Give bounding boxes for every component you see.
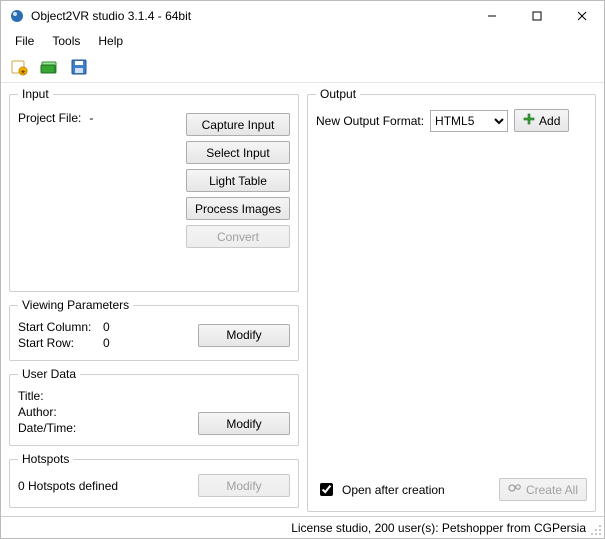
menu-help[interactable]: Help	[90, 32, 131, 50]
add-output-button[interactable]: Add	[514, 109, 569, 132]
input-group: Input Project File: - Capture Input Sele…	[9, 87, 299, 292]
svg-text:★: ★	[20, 68, 26, 76]
left-column: Input Project File: - Capture Input Sele…	[9, 87, 299, 512]
open-after-creation-checkbox[interactable]	[320, 483, 333, 496]
datetime-label: Date/Time:	[18, 421, 103, 435]
viewing-parameters-modify-button[interactable]: Modify	[198, 324, 290, 347]
title-label: Title:	[18, 389, 103, 403]
hotspots-modify-button: Modify	[198, 474, 290, 497]
start-column-label: Start Column:	[18, 320, 103, 334]
open-after-creation-label[interactable]: Open after creation	[342, 483, 493, 497]
start-column-value: 0	[103, 320, 198, 334]
gears-icon	[508, 482, 522, 497]
content-area: Input Project File: - Capture Input Sele…	[1, 83, 604, 516]
minimize-button[interactable]	[469, 1, 514, 31]
create-all-button: Create All	[499, 478, 587, 501]
hotspots-status: 0 Hotspots defined	[18, 479, 198, 493]
select-input-button[interactable]: Select Input	[186, 141, 290, 164]
close-button[interactable]	[559, 1, 604, 31]
open-project-button[interactable]	[37, 55, 61, 79]
start-row-value: 0	[103, 336, 198, 350]
new-project-button[interactable]: ★	[7, 55, 31, 79]
hotspots-group: Hotspots 0 Hotspots defined Modify	[9, 452, 299, 508]
author-label: Author:	[18, 405, 103, 419]
right-column: Output New Output Format: HTML5	[307, 87, 596, 512]
user-data-modify-button[interactable]: Modify	[198, 412, 290, 435]
save-project-button[interactable]	[67, 55, 91, 79]
window-title: Object2VR studio 3.1.4 - 64bit	[31, 9, 469, 23]
project-file-value: -	[89, 111, 93, 125]
start-row-label: Start Row:	[18, 336, 103, 350]
add-output-label: Add	[539, 114, 560, 128]
output-legend: Output	[316, 87, 360, 101]
viewing-parameters-group: Viewing Parameters Start Column: 0 Start…	[9, 298, 299, 361]
capture-input-button[interactable]: Capture Input	[186, 113, 290, 136]
status-bar: License studio, 200 user(s): Petshopper …	[1, 516, 604, 538]
user-data-legend: User Data	[18, 367, 80, 381]
input-legend: Input	[18, 87, 53, 101]
light-table-button[interactable]: Light Table	[186, 169, 290, 192]
new-output-format-label: New Output Format:	[316, 114, 424, 128]
output-group: Output New Output Format: HTML5	[307, 87, 596, 512]
output-format-select[interactable]: HTML5	[430, 110, 508, 132]
menu-bar: File Tools Help	[1, 31, 604, 51]
plus-icon	[523, 113, 535, 128]
convert-button: Convert	[186, 225, 290, 248]
hotspots-legend: Hotspots	[18, 452, 73, 466]
user-data-group: User Data Title: Author: Date/Time: Modi…	[9, 367, 299, 446]
toolbar: ★	[1, 51, 604, 83]
process-images-button[interactable]: Process Images	[186, 197, 290, 220]
viewing-parameters-legend: Viewing Parameters	[18, 298, 133, 312]
size-grip[interactable]	[590, 524, 602, 536]
project-file-label: Project File:	[18, 111, 81, 125]
app-icon	[9, 8, 25, 24]
create-all-label: Create All	[526, 483, 578, 497]
status-text: License studio, 200 user(s): Petshopper …	[291, 521, 586, 535]
menu-tools[interactable]: Tools	[44, 32, 88, 50]
maximize-button[interactable]	[514, 1, 559, 31]
menu-file[interactable]: File	[7, 32, 42, 50]
title-bar: Object2VR studio 3.1.4 - 64bit	[1, 1, 604, 31]
